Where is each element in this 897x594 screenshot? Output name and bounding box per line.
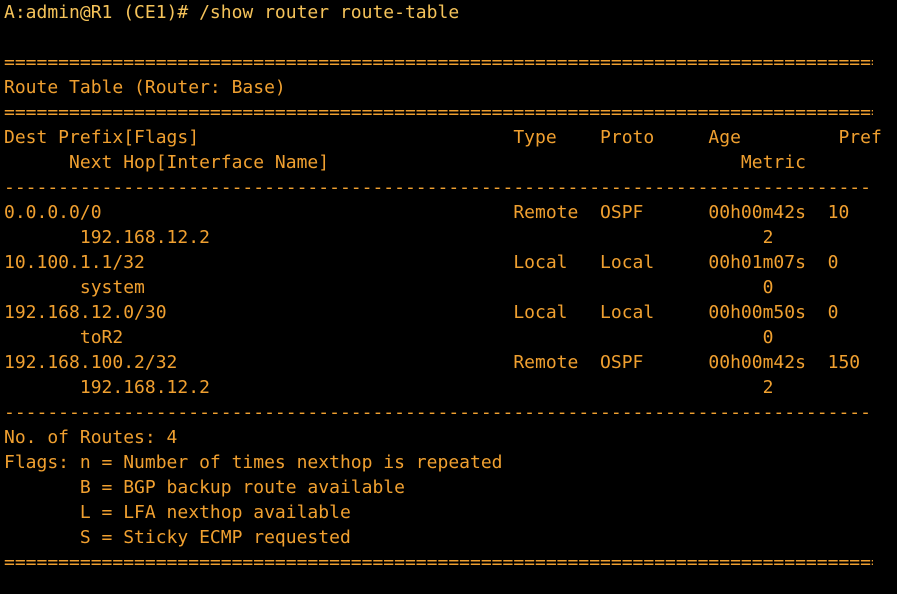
table-header-secondary: Next Hop[Interface Name] Metric: [4, 152, 806, 173]
route-row-primary: 192.168.100.2/32 Remote OSPF 00h00m42s 1…: [4, 352, 861, 373]
separator-top: ========================================…: [4, 52, 873, 73]
flags-legend-n: Flags: n = Number of times nexthop is re…: [4, 452, 503, 473]
flags-legend-s: S = Sticky ECMP requested: [4, 527, 351, 548]
separator-header: ----------------------------------------…: [4, 177, 873, 198]
route-row-primary: 192.168.12.0/30 Local Local 00h00m50s 0: [4, 302, 839, 323]
flags-legend-b: B = BGP backup route available: [4, 477, 405, 498]
route-row-primary: 10.100.1.1/32 Local Local 00h01m07s 0: [4, 252, 839, 273]
route-row-nexthop: system 0: [4, 277, 774, 298]
separator-title: ========================================…: [4, 102, 873, 123]
table-header-primary: Dest Prefix[Flags] Type Proto Age Pref: [4, 127, 882, 148]
separator-footer: ----------------------------------------…: [4, 402, 873, 423]
route-row-primary: 0.0.0.0/0 Remote OSPF 00h00m42s 10: [4, 202, 850, 223]
table-title: Route Table (Router: Base): [4, 77, 286, 98]
route-count: No. of Routes: 4: [4, 427, 178, 448]
route-row-nexthop: 192.168.12.2 2: [4, 377, 774, 398]
route-row-nexthop: toR2 0: [4, 327, 774, 348]
separator-bottom: ========================================…: [4, 552, 873, 573]
flags-legend-l: L = LFA nexthop available: [4, 502, 351, 523]
command-prompt: A:admin@R1 (CE1)# /show router route-tab…: [4, 2, 460, 23]
route-row-nexthop: 192.168.12.2 2: [4, 227, 774, 248]
terminal-window[interactable]: A:admin@R1 (CE1)# /show router route-tab…: [0, 0, 897, 594]
